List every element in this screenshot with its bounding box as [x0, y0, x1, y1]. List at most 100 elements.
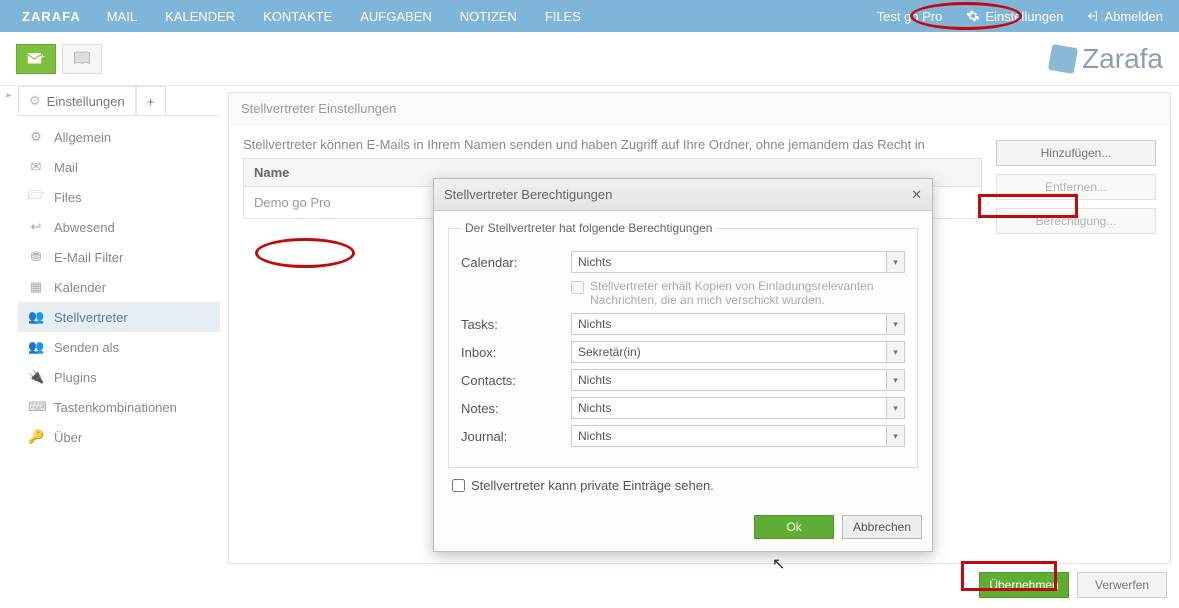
settings-link-label: Einstellungen — [985, 9, 1063, 24]
sidenav-label: Mail — [54, 160, 78, 175]
sidenav-files[interactable]: 🗁 Files — [18, 182, 220, 212]
tasks-combo[interactable]: ▾ — [571, 313, 905, 335]
inbox-combo[interactable]: ▾ — [571, 341, 905, 363]
remove-delegate-button[interactable]: Entfernen... — [996, 174, 1156, 200]
sidenav-mail[interactable]: ✉ Mail — [18, 152, 220, 182]
compose-button[interactable]: + — [16, 44, 56, 74]
sidenav-label: E-Mail Filter — [54, 250, 123, 265]
sidenav-label: Plugins — [54, 370, 97, 385]
sidenav-label: Kalender — [54, 280, 106, 295]
add-delegate-button[interactable]: Hinzufügen... — [996, 140, 1156, 166]
nav-notes[interactable]: NOTIZEN — [446, 9, 531, 24]
gear-icon — [966, 9, 980, 23]
copy-invites-checkbox[interactable] — [571, 281, 584, 294]
dialog-ok-button[interactable]: Ok — [754, 515, 834, 539]
keyboard-icon: ⌨ — [28, 399, 44, 415]
logout-link[interactable]: Abmelden — [1081, 9, 1169, 24]
permission-button[interactable]: Berechtigung... — [996, 208, 1156, 234]
calendar-icon: ▦ — [28, 279, 44, 295]
chevron-down-icon[interactable]: ▾ — [887, 313, 905, 335]
gear-icon: ⚙ — [29, 93, 41, 109]
top-navbar: ZARAFA MAIL KALENDER KONTAKTE AUFGABEN N… — [0, 0, 1179, 32]
tab-settings-label: Einstellungen — [47, 94, 125, 109]
panel-title: Stellvertreter Einstellungen — [229, 93, 1170, 125]
key-icon: 🔑 — [28, 429, 44, 445]
contacts-combo[interactable]: ▾ — [571, 369, 905, 391]
panel-description: Stellvertreter können E-Mails in Ihrem N… — [243, 137, 982, 152]
permissions-fieldset: Der Stellvertreter hat folgende Berechti… — [448, 221, 918, 468]
private-entries-label: Stellvertreter kann private Einträge seh… — [471, 478, 714, 493]
inbox-input[interactable] — [571, 341, 887, 363]
sidenav-label: Über — [54, 430, 82, 445]
brand-label[interactable]: ZARAFA — [10, 9, 93, 24]
chevron-down-icon[interactable]: ▾ — [887, 397, 905, 419]
people-icon: 👥 — [28, 309, 44, 325]
sidenav-label: Abwesend — [54, 220, 115, 235]
fieldset-legend: Der Stellvertreter hat folgende Berechti… — [461, 221, 716, 235]
notes-label: Notes: — [461, 401, 571, 416]
chevron-right-icon: ▸ — [6, 90, 11, 101]
tasks-input[interactable] — [571, 313, 887, 335]
dialog-close-button[interactable]: ✕ — [911, 187, 922, 203]
addressbook-button[interactable] — [62, 44, 102, 74]
journal-combo[interactable]: ▾ — [571, 425, 905, 447]
folder-icon: 🗁 — [28, 186, 44, 208]
chevron-down-icon[interactable]: ▾ — [887, 341, 905, 363]
contacts-label: Contacts: — [461, 373, 571, 388]
user-label[interactable]: Test go Pro — [871, 9, 949, 24]
calendar-input[interactable] — [571, 251, 887, 273]
sidenav-label: Allgemein — [54, 130, 111, 145]
logo-cube-icon — [1048, 43, 1078, 73]
notes-input[interactable] — [571, 397, 887, 419]
sidenav-label: Files — [54, 190, 81, 205]
content-tabstrip: ⚙ Einstellungen + — [18, 86, 220, 116]
settings-link[interactable]: Einstellungen — [960, 9, 1069, 24]
sidenav-calendar[interactable]: ▦ Kalender — [18, 272, 220, 302]
sidenav-delegate[interactable]: 👥Stellvertreter — [18, 302, 220, 332]
copy-invites-label: Stellvertreter erhält Kopien von Einladu… — [590, 279, 905, 307]
svg-text:+: + — [41, 52, 46, 60]
nav-tasks[interactable]: AUFGABEN — [346, 9, 446, 24]
mail-icon: ✉ — [28, 159, 44, 175]
apply-button[interactable]: Übernehmen — [979, 572, 1069, 598]
sidenav-plugins[interactable]: 🔌Plugins — [18, 362, 220, 392]
discard-button[interactable]: Verwerfen — [1077, 572, 1167, 598]
dialog-title: Stellvertreter Berechtigungen — [444, 187, 612, 202]
private-entries-checkbox[interactable] — [452, 479, 465, 492]
calendar-label: Calendar: — [461, 255, 571, 270]
sidenav-about[interactable]: 🔑 Über — [18, 422, 220, 452]
tab-settings[interactable]: ⚙ Einstellungen — [18, 86, 136, 115]
notes-combo[interactable]: ▾ — [571, 397, 905, 419]
nav-contacts[interactable]: KONTAKTE — [249, 9, 346, 24]
inbox-label: Inbox: — [461, 345, 571, 360]
tab-add[interactable]: + — [136, 86, 166, 115]
sidenav-label: Tastenkombinationen — [54, 400, 177, 415]
toolbar: + Zarafa — [0, 32, 1179, 86]
sidenav-filter[interactable]: ⛃ E-Mail Filter — [18, 242, 220, 272]
collapse-strip[interactable]: ▸ — [0, 86, 18, 608]
nav-mail[interactable]: MAIL — [93, 9, 151, 24]
journal-label: Journal: — [461, 429, 571, 444]
chevron-down-icon[interactable]: ▾ — [887, 425, 905, 447]
sidenav-general[interactable]: ⚙Allgemein — [18, 122, 220, 152]
logout-icon — [1087, 10, 1099, 22]
sidenav-sendas[interactable]: 👥Senden als — [18, 332, 220, 362]
sidenav-shortcuts[interactable]: ⌨ Tastenkombinationen — [18, 392, 220, 422]
plus-icon: + — [147, 94, 155, 109]
filter-icon: ⛃ — [28, 249, 44, 265]
nav-files[interactable]: FILES — [531, 9, 595, 24]
chevron-down-icon[interactable]: ▾ — [887, 369, 905, 391]
journal-input[interactable] — [571, 425, 887, 447]
tasks-label: Tasks: — [461, 317, 571, 332]
close-icon: ✕ — [911, 187, 922, 202]
chevron-down-icon[interactable]: ▾ — [887, 251, 905, 273]
nav-calendar[interactable]: KALENDER — [151, 9, 249, 24]
envelope-plus-icon: + — [27, 52, 45, 66]
calendar-combo[interactable]: ▾ — [571, 251, 905, 273]
sidenav-away[interactable]: ↩ Abwesend — [18, 212, 220, 242]
book-icon — [73, 51, 91, 67]
contacts-input[interactable] — [571, 369, 887, 391]
reply-icon: ↩ — [28, 219, 44, 235]
dialog-cancel-button[interactable]: Abbrechen — [842, 515, 922, 539]
zarafa-logo-text: Zarafa — [1082, 43, 1163, 75]
